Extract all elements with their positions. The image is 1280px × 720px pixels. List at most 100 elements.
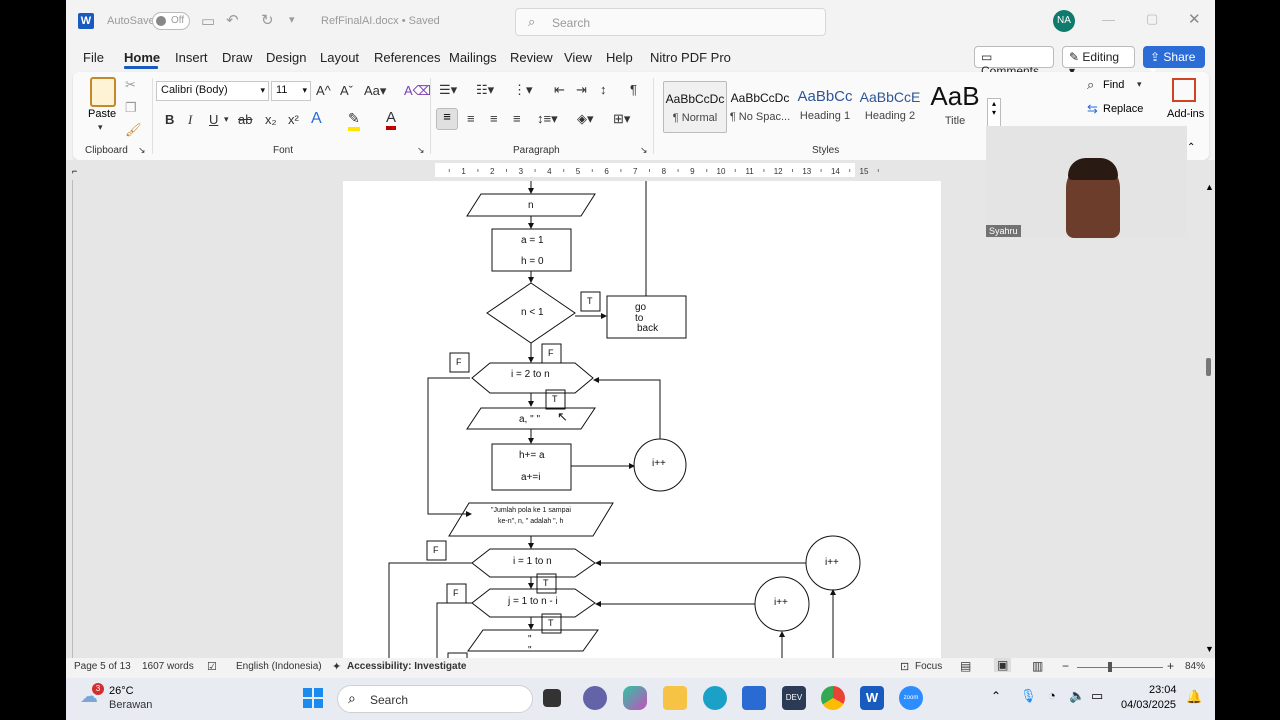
font-name-dropdown[interactable]: Calibri (Body) ▾ bbox=[156, 81, 269, 101]
language[interactable]: English (Indonesia) bbox=[236, 661, 322, 672]
scroll-up-icon[interactable]: ▲ bbox=[1205, 182, 1214, 192]
tab-nitro-pdf[interactable]: Nitro PDF Pro bbox=[650, 50, 731, 65]
avatar[interactable]: NA bbox=[1053, 10, 1075, 32]
italic-icon[interactable]: I bbox=[188, 112, 192, 128]
addins-label[interactable]: Add-ins bbox=[1167, 108, 1204, 120]
tab-selector-icon[interactable]: ⌐ bbox=[72, 166, 77, 176]
find-icon[interactable]: ⌕ bbox=[1087, 77, 1094, 93]
tab-design[interactable]: Design bbox=[266, 50, 306, 65]
font-color-icon[interactable]: A bbox=[386, 109, 397, 130]
scrollbar[interactable]: ▲ ▼ bbox=[1204, 180, 1214, 655]
find-label[interactable]: Find bbox=[1103, 79, 1124, 91]
weather-desc[interactable]: Berawan bbox=[109, 699, 152, 711]
tab-layout[interactable]: Layout bbox=[320, 50, 359, 65]
cut-icon[interactable]: ✂ bbox=[125, 77, 136, 93]
addins-icon[interactable] bbox=[1172, 78, 1196, 102]
paragraph-launcher-icon[interactable]: ↘ bbox=[640, 145, 648, 156]
taskbar-search[interactable]: ⌕ Search bbox=[337, 685, 533, 713]
collapse-ribbon-icon[interactable]: ⌃ bbox=[1187, 142, 1195, 153]
line-spacing-icon[interactable]: ↕≡▾ bbox=[537, 111, 558, 127]
tray-chevron-icon[interactable]: ⌃ bbox=[991, 689, 1001, 703]
wifi-icon[interactable]: ◔ bbox=[1048, 688, 1056, 703]
zoom-out-icon[interactable]: − bbox=[1062, 659, 1069, 673]
shrink-font-icon[interactable]: Aˇ bbox=[340, 83, 353, 98]
document-title[interactable]: RefFinalAI.docx • Saved bbox=[321, 15, 440, 27]
clock-date[interactable]: 04/03/2025 bbox=[1121, 699, 1176, 711]
paste-dropdown-icon[interactable]: ▾ bbox=[98, 122, 103, 133]
accessibility-status[interactable]: Accessibility: Investigate bbox=[347, 661, 467, 672]
bullets-icon[interactable]: ☰▾ bbox=[439, 82, 457, 98]
word-taskbar-icon[interactable]: W bbox=[860, 686, 884, 710]
print-layout-icon[interactable]: ▣ bbox=[994, 658, 1012, 672]
style-no-spacing[interactable]: AaBbCcDc ¶ No Spac... bbox=[728, 81, 792, 133]
align-right-icon[interactable]: ≡ bbox=[490, 111, 498, 126]
chevron-down-icon[interactable]: ▾ bbox=[1137, 79, 1142, 90]
save-icon[interactable]: ▭ bbox=[201, 12, 215, 30]
minimize-icon[interactable]: — bbox=[1102, 12, 1115, 27]
style-heading-1[interactable]: AaBbCc Heading 1 bbox=[793, 81, 857, 133]
align-center-icon[interactable]: ≡ bbox=[467, 111, 475, 126]
undo-icon[interactable]: ↶ bbox=[226, 11, 239, 29]
volume-icon[interactable]: 🔈 bbox=[1069, 688, 1085, 704]
clipboard-launcher-icon[interactable]: ↘ bbox=[138, 145, 146, 156]
copy-icon[interactable]: ❐ bbox=[125, 100, 137, 116]
zoom-in-icon[interactable]: + bbox=[1167, 659, 1174, 673]
font-size-dropdown[interactable]: 11 ▾ bbox=[271, 81, 311, 101]
file-explorer-icon[interactable] bbox=[663, 686, 687, 710]
read-mode-icon[interactable]: ▤ bbox=[960, 659, 971, 673]
style-title[interactable]: AaB Title bbox=[923, 81, 987, 133]
numbering-icon[interactable]: ☷▾ bbox=[476, 82, 494, 98]
store-icon[interactable] bbox=[742, 686, 766, 710]
sort-icon[interactable]: ↕ bbox=[600, 82, 607, 97]
strikethrough-icon[interactable]: ab bbox=[238, 112, 252, 127]
focus-button[interactable]: Focus bbox=[915, 661, 942, 672]
dev-icon[interactable]: DEV bbox=[782, 686, 806, 710]
autosave-toggle[interactable]: Off bbox=[152, 12, 190, 30]
scroll-thumb[interactable] bbox=[1206, 358, 1211, 376]
editing-button[interactable]: ✎ Editing ▾ bbox=[1062, 46, 1135, 78]
microphone-icon[interactable]: 🎙 bbox=[1020, 688, 1037, 704]
customize-qat-icon[interactable]: ▾ bbox=[289, 13, 295, 26]
bold-icon[interactable]: B bbox=[165, 112, 174, 127]
highlight-icon[interactable]: ✎ bbox=[348, 110, 360, 131]
search-box[interactable]: ⌕ Search bbox=[515, 8, 826, 36]
grow-font-icon[interactable]: A^ bbox=[316, 83, 331, 98]
superscript-icon[interactable]: x² bbox=[288, 112, 299, 127]
zoom-slider-thumb[interactable] bbox=[1108, 662, 1112, 672]
edge-icon[interactable] bbox=[703, 686, 727, 710]
format-painter-icon[interactable]: 🖌 bbox=[125, 122, 142, 138]
tab-insert[interactable]: Insert bbox=[175, 50, 208, 65]
start-icon[interactable] bbox=[303, 688, 323, 708]
clear-formatting-icon[interactable]: A⌫ bbox=[404, 83, 431, 99]
battery-icon[interactable]: ▭ bbox=[1091, 688, 1103, 704]
tab-help[interactable]: Help bbox=[606, 50, 633, 65]
font-launcher-icon[interactable]: ↘ bbox=[417, 145, 425, 156]
close-icon[interactable]: ✕ bbox=[1188, 10, 1201, 28]
decrease-indent-icon[interactable]: ⇤ bbox=[554, 82, 565, 98]
tab-home[interactable]: Home bbox=[124, 50, 160, 65]
zoom-level[interactable]: 84% bbox=[1185, 661, 1205, 672]
share-button[interactable]: ⇪ Share ▾ bbox=[1143, 46, 1205, 78]
redo-icon[interactable]: ↻ bbox=[261, 11, 274, 29]
tab-references[interactable]: References bbox=[374, 50, 440, 65]
justify-icon[interactable]: ≡ bbox=[513, 111, 521, 126]
borders-icon[interactable]: ⊞▾ bbox=[613, 111, 630, 127]
text-effects-icon[interactable]: A bbox=[311, 110, 322, 128]
tab-mailings[interactable]: Mailings bbox=[449, 50, 497, 65]
shading-icon[interactable]: ◈▾ bbox=[577, 111, 594, 127]
word-count[interactable]: 1607 words bbox=[142, 661, 194, 672]
change-case-icon[interactable]: Aa▾ bbox=[364, 83, 386, 99]
zoom-icon[interactable]: zoom bbox=[899, 686, 923, 710]
show-marks-icon[interactable]: ¶ bbox=[630, 82, 637, 97]
tab-view[interactable]: View bbox=[564, 50, 592, 65]
increase-indent-icon[interactable]: ⇥ bbox=[576, 82, 587, 98]
subscript-icon[interactable]: x₂ bbox=[265, 112, 277, 127]
zoom-slider[interactable] bbox=[1077, 662, 1163, 672]
maximize-icon[interactable]: ▢ bbox=[1146, 11, 1158, 27]
style-normal[interactable]: AaBbCcDc ¶ Normal bbox=[663, 81, 727, 133]
multilevel-list-icon[interactable]: ⋮▾ bbox=[513, 82, 533, 98]
scroll-down-icon[interactable]: ▼ bbox=[1205, 644, 1214, 654]
page-count[interactable]: Page 5 of 13 bbox=[74, 661, 131, 672]
underline-dropdown-icon[interactable]: ▾ bbox=[224, 114, 229, 125]
chrome-icon[interactable] bbox=[821, 686, 845, 710]
